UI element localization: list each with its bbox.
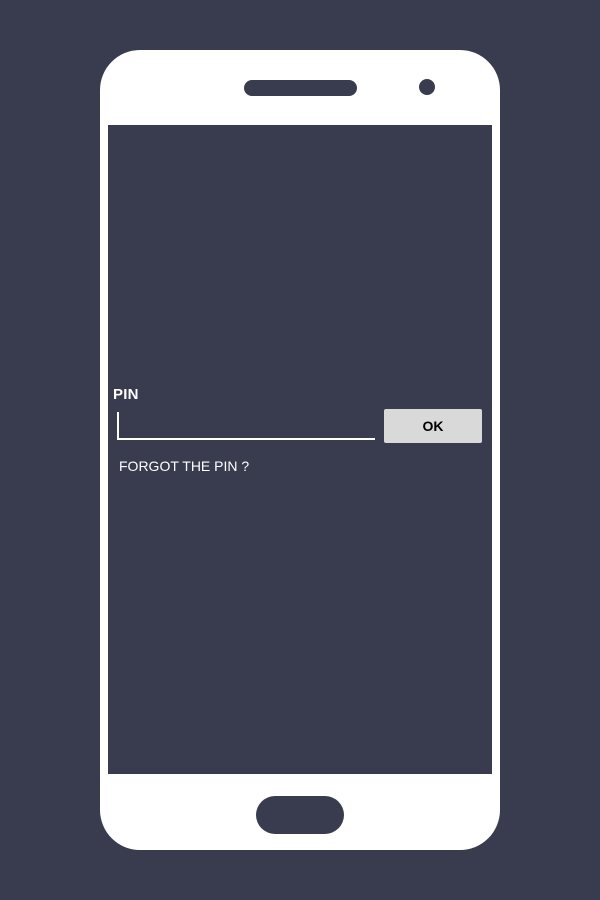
stage: PIN OK FORGOT THE PIN ? [0,0,600,900]
pin-input[interactable] [117,412,375,440]
phone-frame: PIN OK FORGOT THE PIN ? [100,50,500,850]
ok-button[interactable]: OK [384,409,482,443]
front-camera [419,79,435,95]
forgot-pin-link[interactable]: FORGOT THE PIN ? [119,458,249,474]
pin-label: PIN [113,386,139,403]
home-button[interactable] [256,796,344,834]
earpiece-speaker [244,80,357,96]
text-cursor [117,412,119,439]
phone-screen: PIN OK FORGOT THE PIN ? [108,125,492,774]
